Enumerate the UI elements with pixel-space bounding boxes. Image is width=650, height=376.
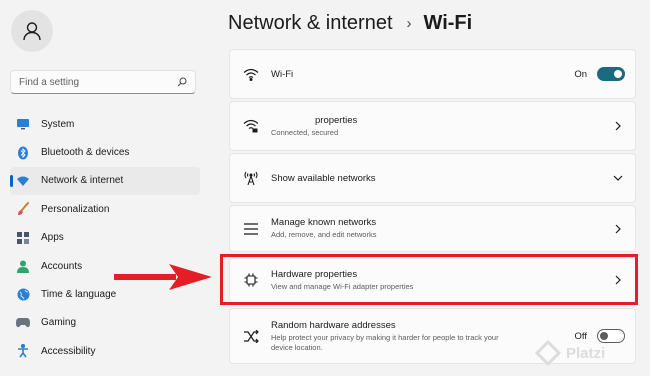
gamepad-icon [16,316,30,330]
random-hardware-subtitle: Help protect your privacy by making it h… [271,332,499,352]
known-networks-subtitle: Add, remove, and edit networks [271,230,377,239]
known-networks-title: Manage known networks [271,217,377,228]
page-title: Wi-Fi [423,12,473,34]
shuffle-icon [243,328,259,344]
sidebar-item-label: Network & internet [41,175,124,187]
sidebar-item-label: Accessibility [41,345,96,357]
sidebar-item-system[interactable]: System [10,110,200,138]
wifi-diamond-icon [16,174,30,188]
bluetooth-icon [16,146,30,160]
monitor-icon [16,117,30,131]
sidebar-item-label: Gaming [41,317,77,329]
breadcrumb-parent[interactable]: Network & internet [228,12,393,35]
watermark-text: Platzi [566,344,606,362]
available-networks-title: Show available networks [271,172,376,184]
network-properties-status: Connected, secured [271,127,339,137]
chevron-right-icon [613,121,623,131]
chevron-down-icon [613,175,623,181]
available-networks-card[interactable]: Show available networks [229,153,636,203]
person-icon [16,259,30,273]
watermark: Platzi [535,340,605,366]
search-icon[interactable] [177,77,187,87]
random-hardware-title: Random hardware addresses [271,319,396,331]
antenna-icon [243,170,259,186]
secured-wifi-icon [243,118,259,134]
search-input[interactable] [19,76,177,88]
breadcrumb: Network & internet › Wi-Fi [228,12,472,35]
arrow-right-icon [114,264,212,290]
avatar[interactable] [11,10,53,52]
platzi-logo-icon [535,340,561,366]
sidebar-item-personalization[interactable]: Personalization [10,195,200,223]
sidebar-item-label: Accounts [41,260,83,272]
list-icon [243,221,259,237]
sidebar-item-accessibility[interactable]: Accessibility [10,337,200,365]
wifi-state-label: On [574,68,587,80]
sidebar-item-apps[interactable]: Apps [10,224,200,252]
known-networks-card[interactable]: Manage known networks Add, remove, and e… [229,205,636,252]
sidebar-item-label: Bluetooth & devices [41,147,130,159]
wifi-toggle-card: Wi-Fi On [229,49,636,99]
highlight-box [220,254,638,305]
search-box[interactable] [10,70,196,94]
sidebar-item-label: Time & language [41,289,117,301]
chevron-right-icon [613,224,623,234]
breadcrumb-separator: › [406,15,412,32]
sidebar-item-label: Apps [41,232,64,244]
wifi-icon [243,66,259,82]
sidebar-item-gaming[interactable]: Gaming [10,309,200,337]
sidebar-nav: System Bluetooth & devices Network & int… [10,110,200,366]
wifi-toggle[interactable] [597,67,625,81]
network-properties-card[interactable]: properties Connected, secured [229,101,636,151]
globe-icon [16,288,30,302]
paintbrush-icon [16,202,30,216]
sidebar-item-bluetooth[interactable]: Bluetooth & devices [10,138,200,166]
sidebar-item-label: System [41,118,75,130]
wifi-title: Wi-Fi [271,68,294,80]
network-properties-title: properties [315,114,358,126]
user-icon [23,22,41,41]
sidebar-item-label: Personalization [41,203,110,215]
sidebar-item-network[interactable]: Network & internet [10,166,200,196]
accessibility-icon [16,344,30,358]
apps-icon [16,231,30,245]
